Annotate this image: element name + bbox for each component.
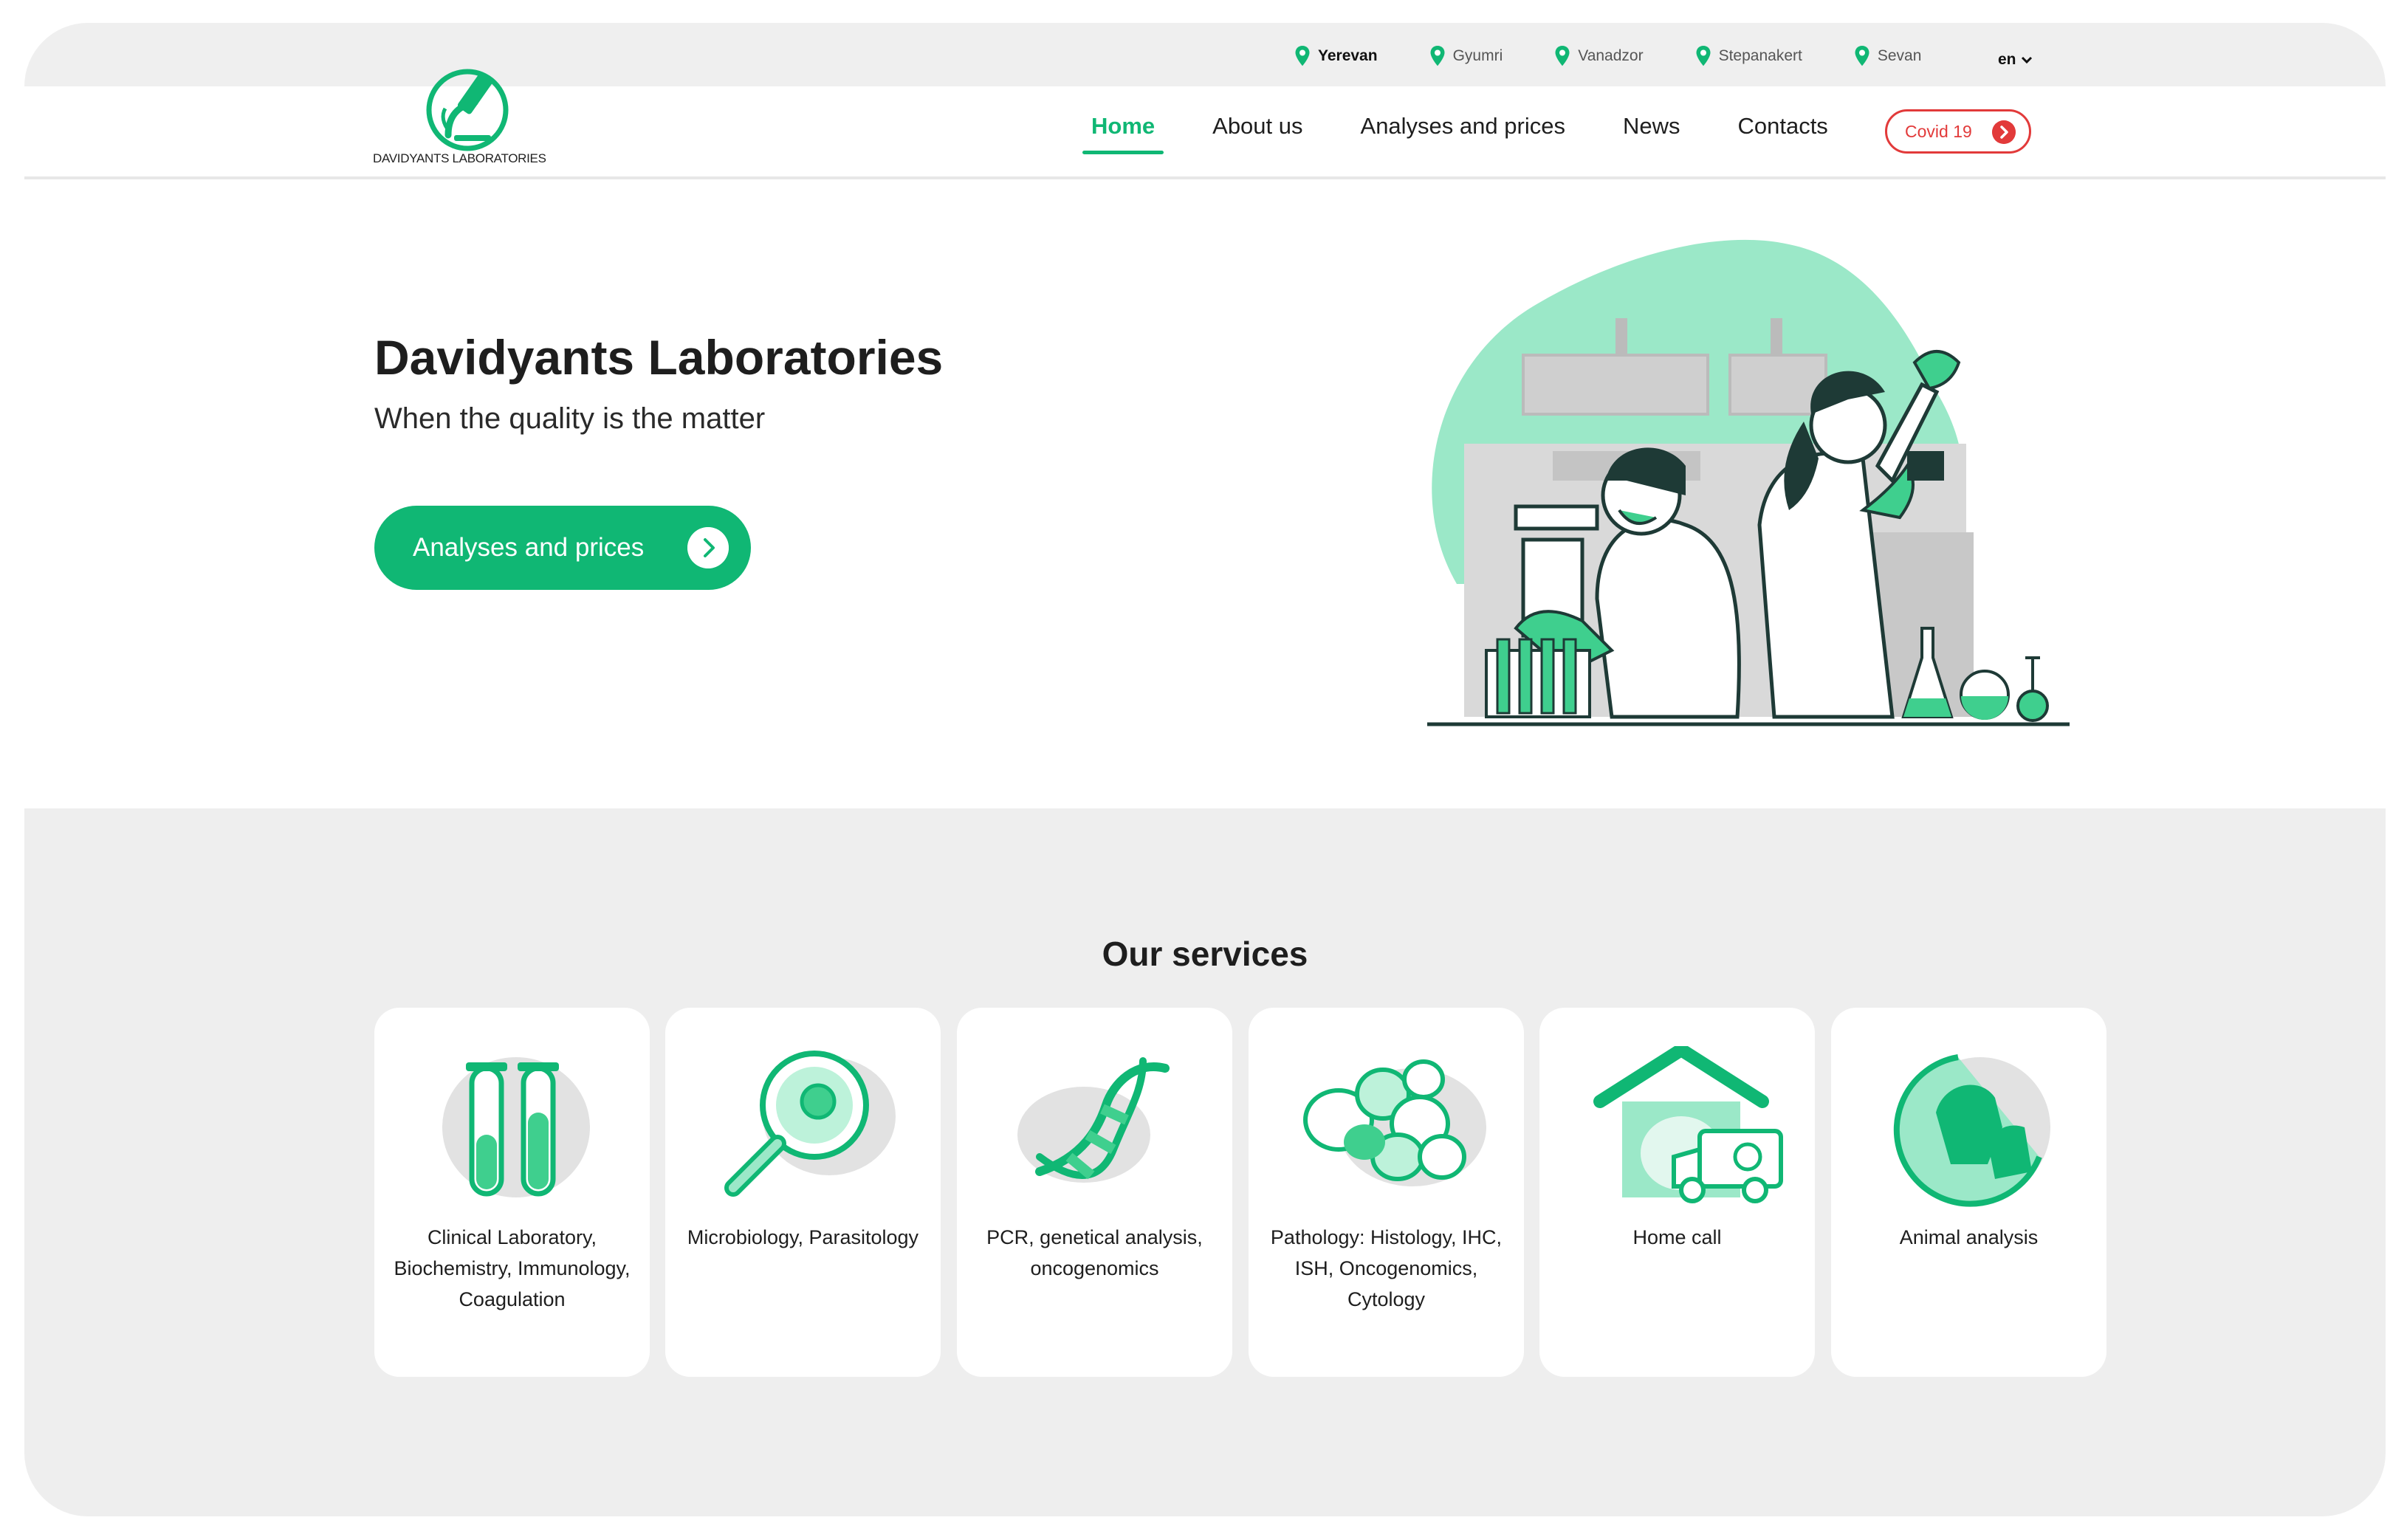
- house-ambulance-icon: [1593, 1046, 1783, 1203]
- logo-text: DAVIDYANTS LABORATORIES: [373, 151, 546, 165]
- service-card-microbiology[interactable]: Microbiology, Parasitology: [665, 1008, 941, 1377]
- covid-label: Covid 19: [1905, 121, 1972, 141]
- city-label: Stepanakert: [1718, 47, 1802, 64]
- nav-contacts[interactable]: Contacts: [1737, 113, 1827, 140]
- location-pin-icon: [1855, 46, 1869, 66]
- location-pin-icon: [1430, 46, 1445, 66]
- city-stepanakert[interactable]: Stepanakert: [1695, 45, 1802, 67]
- chevron-right-icon: [687, 527, 729, 568]
- city-yerevan[interactable]: Yerevan: [1294, 45, 1378, 67]
- city-label: Sevan: [1877, 47, 1922, 64]
- test-tubes-icon: [442, 1057, 590, 1197]
- city-sevan[interactable]: Sevan: [1854, 45, 1922, 67]
- service-card-pcr[interactable]: PCR, genetical analysis, oncogenomics: [957, 1008, 1232, 1377]
- service-label: Clinical Laboratory, Biochemistry, Immun…: [394, 1226, 631, 1310]
- service-label: Pathology: Histology, IHC, ISH, Oncogeno…: [1270, 1226, 1503, 1310]
- arrow-right-icon: [1992, 120, 2016, 144]
- service-label: Home call: [1632, 1226, 1722, 1248]
- city-label: Yerevan: [1318, 47, 1378, 64]
- lab-scientists-illustration: [1427, 239, 2070, 726]
- nav-analyses-and-prices[interactable]: Analyses and prices: [1361, 113, 1565, 140]
- service-label: Animal analysis: [1899, 1226, 2039, 1248]
- services-title: Our services: [1102, 935, 1308, 973]
- chevron-down-icon: [2021, 56, 2032, 64]
- service-card-pathology[interactable]: Pathology: Histology, IHC, ISH, Oncogeno…: [1249, 1008, 1524, 1377]
- service-card-home-call[interactable]: Home call: [1539, 1008, 1815, 1377]
- service-card-animal-analysis[interactable]: Animal analysis: [1831, 1008, 2106, 1377]
- microscope-logo-icon: [426, 69, 509, 151]
- nav-about-us[interactable]: About us: [1212, 113, 1302, 140]
- location-pin-icon: [1555, 46, 1570, 66]
- service-label: Microbiology, Parasitology: [687, 1226, 919, 1248]
- nav-news[interactable]: News: [1623, 113, 1680, 140]
- site-header: DAVIDYANTS LABORATORIES Home About us An…: [24, 69, 2386, 179]
- location-pin-icon: [1696, 46, 1711, 66]
- hero-subtitle: When the quality is the matter: [374, 402, 766, 435]
- city-gyumri[interactable]: Gyumri: [1429, 45, 1503, 67]
- nav-home[interactable]: Home: [1082, 113, 1164, 154]
- city-list: Yerevan Gyumri Vanadzor Stepanakert Seva…: [1294, 45, 1973, 67]
- city-vanadzor[interactable]: Vanadzor: [1554, 45, 1644, 67]
- main-nav: Home About us Analyses and prices News C…: [1082, 113, 1886, 154]
- language-selector[interactable]: en: [1998, 51, 2033, 69]
- magnifier-microbe-icon: [724, 1051, 896, 1197]
- analyses-and-prices-button[interactable]: Analyses and prices: [374, 506, 751, 590]
- city-label: Vanadzor: [1578, 47, 1644, 64]
- cells-icon: [1303, 1059, 1486, 1186]
- animals-icon: [1893, 1054, 2050, 1207]
- hero-title: Davidyants Laboratories: [374, 330, 944, 385]
- covid-button[interactable]: Covid 19: [1885, 109, 2031, 154]
- services-section: Our services Clinical Laboratory, Bioche…: [24, 808, 2386, 1516]
- page-frame: Yerevan Gyumri Vanadzor Stepanakert Seva…: [24, 23, 2386, 1516]
- hero-button-label: Analyses and prices: [413, 533, 645, 562]
- language-label: en: [1998, 51, 2016, 68]
- city-label: Gyumri: [1452, 47, 1503, 64]
- location-pin-icon: [1295, 46, 1310, 66]
- dna-icon: [1017, 1057, 1170, 1183]
- logo[interactable]: DAVIDYANTS LABORATORIES: [373, 64, 565, 175]
- service-label: PCR, genetical analysis, oncogenomics: [986, 1226, 1203, 1279]
- service-card-clinical-laboratory[interactable]: Clinical Laboratory, Biochemistry, Immun…: [374, 1008, 650, 1377]
